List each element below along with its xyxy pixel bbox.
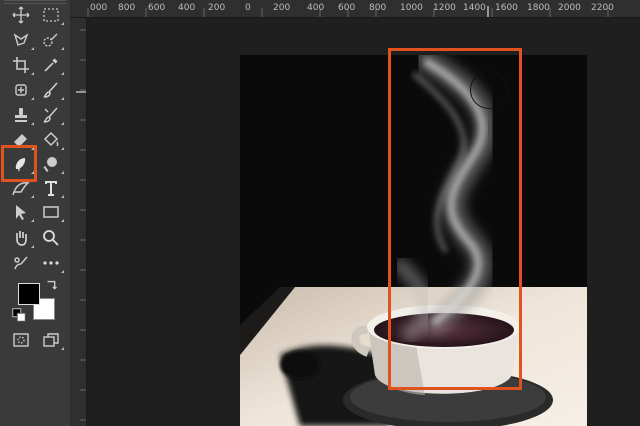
ruler-label: 1400 [463, 3, 486, 13]
ruler-label: 1600 [495, 3, 518, 13]
ruler-label: 0 [245, 3, 251, 13]
ruler-label: 200 [208, 3, 226, 13]
ruler-label: 800 [369, 3, 387, 13]
history-brush-tool-icon[interactable] [38, 104, 64, 126]
dodge-tool-icon[interactable] [38, 153, 64, 175]
ruler-label: 800 [118, 3, 136, 13]
screen-mode-icon[interactable] [38, 329, 64, 351]
tools-panel [0, 0, 70, 426]
lasso-tool-icon[interactable] [8, 29, 34, 51]
marquee-tool-icon[interactable] [38, 4, 64, 26]
quick-mask-mode-icon[interactable] [8, 329, 34, 351]
default-colors-icon[interactable] [11, 307, 27, 323]
ruler-label: 1200 [433, 3, 456, 13]
smudge-tool-icon[interactable] [8, 153, 34, 175]
crop-tool-icon[interactable] [8, 54, 34, 76]
type-tool-icon[interactable] [38, 177, 64, 199]
ruler-label: 400 [178, 3, 196, 13]
swap-colors-icon[interactable] [44, 278, 60, 294]
path-selection-tool-icon[interactable] [8, 201, 34, 223]
clone-stamp-tool-icon[interactable] [8, 104, 34, 126]
quick-selection-tool-icon[interactable] [38, 29, 64, 51]
vertical-ruler [70, 18, 87, 426]
more-tools-icon[interactable] [38, 252, 64, 274]
move-tool-icon[interactable] [8, 4, 34, 26]
ruler-label: 400 [307, 3, 325, 13]
hand-tool-icon[interactable] [8, 227, 34, 249]
ruler-label: 2000 [558, 3, 581, 13]
zoom-tool-icon[interactable] [38, 227, 64, 249]
ruler-label: 000 [90, 3, 108, 13]
ruler-label: 600 [148, 3, 166, 13]
spot-healing-brush-tool-icon[interactable] [8, 79, 34, 101]
eraser-tool-icon[interactable] [8, 129, 34, 151]
edit-toolbar-icon[interactable] [8, 252, 34, 274]
ruler-label: 600 [338, 3, 356, 13]
ruler-label: 1800 [527, 3, 550, 13]
ruler-label: 1000 [400, 3, 423, 13]
eyedropper-tool-icon[interactable] [38, 54, 64, 76]
brush-tool-icon[interactable] [38, 79, 64, 101]
paint-bucket-tool-icon[interactable] [38, 129, 64, 151]
brush-cursor [470, 71, 508, 109]
ruler-label: 200 [273, 3, 291, 13]
ruler-label: 2200 [591, 3, 614, 13]
pen-tool-icon[interactable] [8, 177, 34, 199]
foreground-color-swatch[interactable] [18, 283, 40, 305]
rectangle-tool-icon[interactable] [38, 201, 64, 223]
